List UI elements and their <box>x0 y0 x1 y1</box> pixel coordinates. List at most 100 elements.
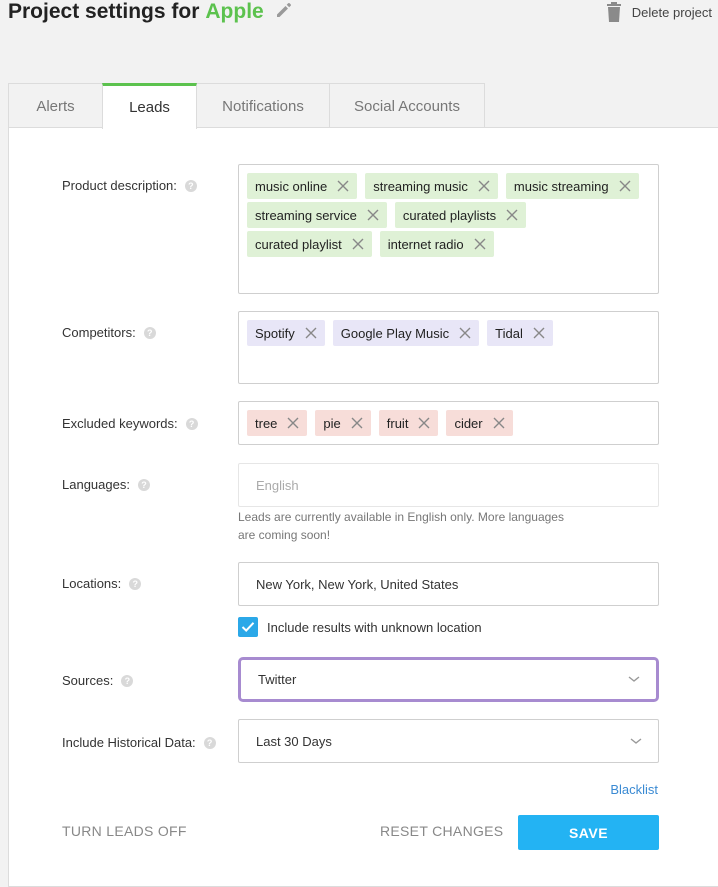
sources-value: Twitter <box>258 672 297 687</box>
languages-label: Languages:? <box>62 477 150 492</box>
unknown-location-label: Include results with unknown location <box>267 619 482 635</box>
tag: Tidal <box>487 320 553 346</box>
blacklist-link[interactable]: Blacklist <box>610 782 658 797</box>
product-description-label: Product description:? <box>62 178 197 193</box>
tag: streaming service <box>247 202 387 228</box>
excluded-keywords-input[interactable]: tree pie fruit cider <box>238 401 659 445</box>
locations-input[interactable]: New York, New York, United States <box>238 562 659 606</box>
remove-tag-icon[interactable] <box>352 238 364 250</box>
sources-label: Sources:? <box>62 673 134 688</box>
remove-tag-icon[interactable] <box>287 417 299 429</box>
help-icon[interactable]: ? <box>185 417 198 430</box>
languages-input[interactable]: English <box>238 463 659 507</box>
tag-label: Tidal <box>495 325 523 341</box>
help-icon[interactable]: ? <box>129 577 142 590</box>
remove-tag-icon[interactable] <box>493 417 505 429</box>
historical-data-value: Last 30 Days <box>256 733 332 749</box>
remove-tag-icon[interactable] <box>305 327 317 339</box>
product-description-label-text: Product description: <box>62 178 177 193</box>
remove-tag-icon[interactable] <box>367 209 379 221</box>
remove-tag-icon[interactable] <box>478 180 490 192</box>
tag: curated playlist <box>247 231 372 257</box>
tag-label: Google Play Music <box>340 325 450 341</box>
tag-label: music streaming <box>513 178 609 194</box>
tag-label: pie <box>323 415 341 431</box>
help-icon[interactable]: ? <box>121 674 134 687</box>
chevron-down-icon <box>628 676 640 682</box>
help-icon[interactable]: ? <box>143 326 156 339</box>
help-icon[interactable]: ? <box>184 179 197 192</box>
tag-label: streaming service <box>255 207 357 223</box>
tab-notifications-label: Notifications <box>222 97 304 115</box>
competitors-label-text: Competitors: <box>62 325 136 340</box>
tag: Google Play Music <box>332 320 480 346</box>
tab-social-accounts-label: Social Accounts <box>354 97 460 115</box>
tab-notifications[interactable]: Notifications <box>196 83 330 128</box>
historical-data-select[interactable]: Last 30 Days <box>238 719 659 763</box>
tag: music online <box>247 173 358 199</box>
competitors-input[interactable]: Spotify Google Play Music Tidal <box>238 311 659 384</box>
unknown-location-checkbox[interactable] <box>238 617 258 637</box>
trash-icon <box>606 2 621 22</box>
remove-tag-icon[interactable] <box>533 327 545 339</box>
tag-label: tree <box>255 415 278 431</box>
chevron-down-icon <box>630 737 642 744</box>
locations-label: Locations:? <box>62 576 142 591</box>
help-icon[interactable]: ? <box>203 736 216 749</box>
leads-settings-panel: Product description:? music online strea… <box>8 127 718 887</box>
languages-label-text: Languages: <box>62 477 130 492</box>
locations-label-text: Locations: <box>62 576 122 591</box>
tag: curated playlists <box>394 202 527 228</box>
remove-tag-icon[interactable] <box>459 327 471 339</box>
page-header: Project settings for Apple Delete project <box>0 0 718 40</box>
help-icon[interactable]: ? <box>137 478 150 491</box>
remove-tag-icon[interactable] <box>474 238 486 250</box>
languages-note: Leads are currently available in English… <box>238 510 564 542</box>
tag: pie <box>315 410 371 436</box>
tag-label: internet radio <box>387 236 464 252</box>
tab-social-accounts[interactable]: Social Accounts <box>329 83 485 128</box>
tab-leads-label: Leads <box>129 99 170 116</box>
tag-label: curated playlist <box>255 236 342 252</box>
competitors-label: Competitors:? <box>62 325 156 340</box>
tag-label: cider <box>454 415 483 431</box>
page-title: Project settings for Apple <box>8 0 294 26</box>
settings-tabs: Alerts Leads Notifications Social Accoun… <box>8 83 485 129</box>
reset-changes-button[interactable]: RESET CHANGES <box>380 823 503 839</box>
turn-leads-off-button[interactable]: TURN LEADS OFF <box>62 823 187 839</box>
sources-label-text: Sources: <box>62 673 114 688</box>
tag-label: fruit <box>386 415 409 431</box>
tag-label: curated playlists <box>402 207 497 223</box>
tag-label: Spotify <box>255 325 295 341</box>
project-name: Apple <box>205 0 264 23</box>
historical-data-label-text: Include Historical Data: <box>62 735 196 750</box>
tag-label: music online <box>255 178 328 194</box>
tag: streaming music <box>365 173 498 199</box>
tab-alerts-label: Alerts <box>36 97 75 115</box>
excluded-keywords-label-text: Excluded keywords: <box>62 416 178 431</box>
remove-tag-icon[interactable] <box>337 180 349 192</box>
tag: fruit <box>378 410 439 436</box>
tag: cider <box>446 410 513 436</box>
product-description-input[interactable]: music online streaming music music strea… <box>238 164 659 294</box>
edit-pencil-icon[interactable] <box>274 0 294 26</box>
locations-value: New York, New York, United States <box>256 576 459 592</box>
tab-alerts[interactable]: Alerts <box>8 83 103 128</box>
remove-tag-icon[interactable] <box>418 417 430 429</box>
sources-select[interactable]: Twitter <box>238 657 659 702</box>
excluded-keywords-label: Excluded keywords:? <box>62 416 198 431</box>
remove-tag-icon[interactable] <box>506 209 518 221</box>
tag: Spotify <box>247 320 325 346</box>
checkmark-icon <box>241 622 255 633</box>
tag: tree <box>247 410 308 436</box>
title-prefix: Project settings for <box>8 0 200 23</box>
delete-project-button[interactable]: Delete project <box>606 2 712 22</box>
remove-tag-icon[interactable] <box>351 417 363 429</box>
tag: music streaming <box>505 173 639 199</box>
delete-project-label: Delete project <box>631 4 712 20</box>
remove-tag-icon[interactable] <box>619 180 631 192</box>
save-button[interactable]: SAVE <box>518 815 659 850</box>
unknown-location-option: Include results with unknown location <box>238 617 482 637</box>
tag-label: streaming music <box>373 178 468 194</box>
tab-leads[interactable]: Leads <box>102 83 197 129</box>
